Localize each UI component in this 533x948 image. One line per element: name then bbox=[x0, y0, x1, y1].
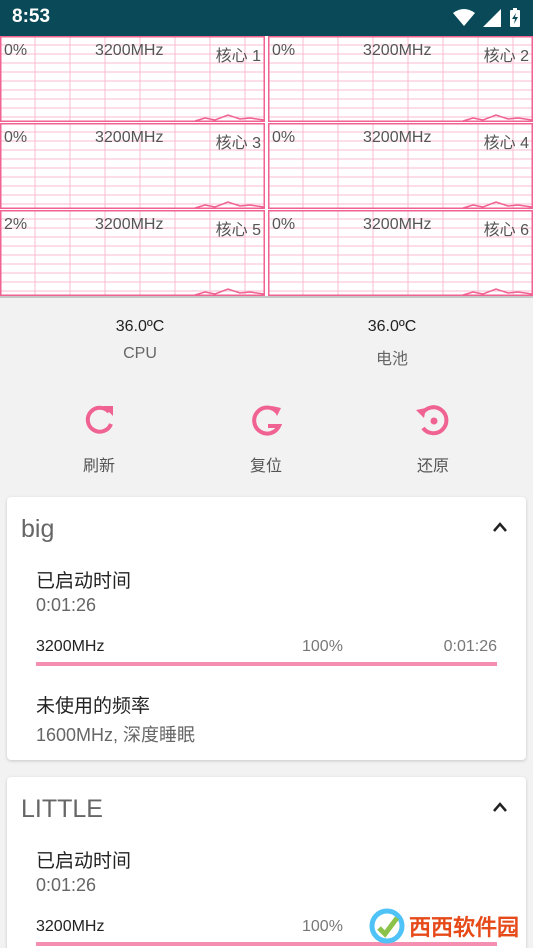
status-time: 8:53 bbox=[12, 6, 51, 27]
core-usage-percent: 2% bbox=[4, 216, 28, 233]
core-name: 核心 3 bbox=[215, 135, 261, 152]
signal-icon bbox=[483, 9, 501, 27]
restore-button[interactable]: 还原 bbox=[383, 400, 483, 476]
core-graph-3: 0% 3200MHz 核心 3 bbox=[0, 123, 265, 209]
refresh-button[interactable]: 刷新 bbox=[49, 400, 149, 476]
core-usage-percent: 0% bbox=[4, 129, 28, 146]
core-name: 核心 6 bbox=[483, 222, 529, 239]
wifi-icon bbox=[453, 9, 475, 26]
frequency-label: 3200MHz bbox=[36, 918, 105, 935]
restore-label: 还原 bbox=[416, 458, 449, 475]
unused-frequencies-title: 未使用的频率 bbox=[36, 696, 151, 717]
battery-temperature-value: 36.0ºC bbox=[367, 318, 417, 335]
core-graph-4: 0% 3200MHz 核心 4 bbox=[268, 123, 533, 209]
refresh-icon bbox=[85, 405, 113, 434]
core-usage-percent: 0% bbox=[272, 42, 296, 59]
core-name: 核心 1 bbox=[215, 48, 261, 65]
core-graph-1: 0% 3200MHz 核心 1 bbox=[0, 36, 265, 122]
frequency-percent: 100% bbox=[302, 638, 343, 655]
uptime-value: 0:01:26 bbox=[36, 875, 97, 895]
core-usage-percent: 0% bbox=[272, 216, 296, 233]
watermark: 西西软件园 bbox=[369, 908, 519, 944]
core-name: 核心 5 bbox=[215, 222, 261, 239]
status-bar: 8:53 bbox=[0, 0, 533, 36]
battery-icon bbox=[510, 8, 520, 27]
cluster-card-big: big 已启动时间 0:01:26 3200MHz 100% 0:01:26 未… bbox=[7, 497, 526, 760]
watermark-text: 西西软件园 bbox=[408, 916, 519, 941]
reset-icon bbox=[252, 405, 283, 436]
restore-icon bbox=[416, 405, 449, 436]
cluster-title: big bbox=[21, 515, 55, 543]
frequency-label: 3200MHz bbox=[36, 638, 105, 655]
unused-frequencies-value: 1600MHz, 深度睡眠 bbox=[36, 725, 196, 745]
battery-temperature-label: 电池 bbox=[375, 351, 408, 368]
core-frequency: 3200MHz bbox=[363, 129, 432, 146]
reset-label: 复位 bbox=[249, 458, 282, 475]
cpu-cores-panel: 0% 3200MHz 核心 1 0% 3200MHz 核心 2 0% 3200M… bbox=[0, 36, 533, 298]
cpu-temperature-value: 36.0ºC bbox=[115, 318, 165, 335]
core-frequency: 3200MHz bbox=[95, 216, 164, 233]
core-frequency: 3200MHz bbox=[95, 42, 164, 59]
core-graph-5: 2% 3200MHz 核心 5 bbox=[0, 210, 265, 296]
cluster-title: LITTLE bbox=[21, 795, 103, 823]
refresh-label: 刷新 bbox=[82, 458, 115, 475]
uptime-title: 已启动时间 bbox=[36, 851, 132, 872]
frequency-bar-fill bbox=[36, 662, 497, 666]
frequency-bar bbox=[36, 662, 497, 666]
core-usage-percent: 0% bbox=[272, 129, 296, 146]
cpu-temperature-label: CPU bbox=[123, 345, 157, 362]
core-graph-6: 0% 3200MHz 核心 6 bbox=[268, 210, 533, 296]
core-frequency: 3200MHz bbox=[363, 216, 432, 233]
chevron-up-icon[interactable] bbox=[492, 801, 508, 813]
cpu-temperature: 36.0ºC CPU bbox=[40, 318, 240, 363]
frequency-time: 0:01:26 bbox=[443, 638, 497, 655]
battery-temperature: 36.0ºC 电池 bbox=[292, 318, 492, 369]
watermark-logo-icon bbox=[369, 908, 405, 944]
core-name: 核心 2 bbox=[483, 48, 529, 65]
chevron-up-icon[interactable] bbox=[492, 521, 508, 533]
uptime-value: 0:01:26 bbox=[36, 595, 97, 615]
core-frequency: 3200MHz bbox=[95, 129, 164, 146]
core-graph-2: 0% 3200MHz 核心 2 bbox=[268, 36, 533, 122]
core-frequency: 3200MHz bbox=[363, 42, 432, 59]
uptime-title: 已启动时间 bbox=[36, 571, 132, 592]
reset-button[interactable]: 复位 bbox=[216, 400, 316, 476]
status-icons bbox=[453, 8, 521, 28]
core-usage-percent: 0% bbox=[4, 42, 28, 59]
core-name: 核心 4 bbox=[483, 135, 529, 152]
frequency-percent: 100% bbox=[302, 918, 343, 935]
